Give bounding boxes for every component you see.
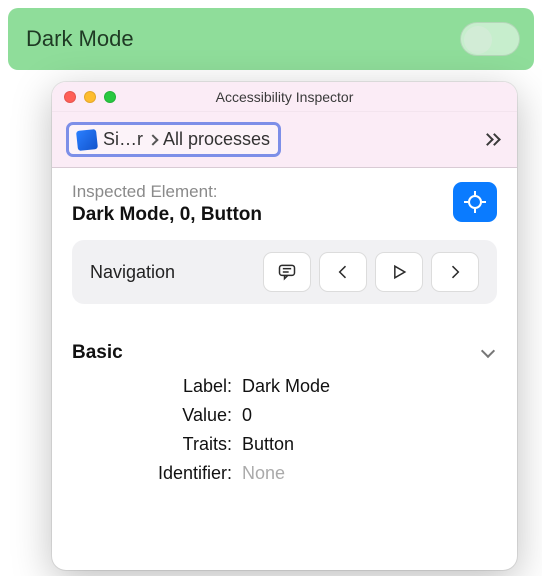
navigate-previous-button[interactable]: [319, 252, 367, 292]
auto-navigate-button[interactable]: [375, 252, 423, 292]
double-chevron-right-icon: [485, 135, 499, 144]
toggle-knob: [464, 26, 492, 54]
basic-section-title: Basic: [72, 342, 123, 364]
accessibility-inspector-window: Accessibility Inspector Si…r All process…: [52, 82, 517, 570]
navigation-bar: Navigation: [72, 240, 497, 304]
inspected-caption: Inspected Element:: [72, 182, 262, 202]
chevron-left-icon: [333, 262, 353, 282]
identifier-value: None: [242, 463, 497, 484]
speak-button[interactable]: [263, 252, 311, 292]
titlebar: Accessibility Inspector: [52, 82, 517, 112]
breadcrumb-scope: All processes: [163, 129, 270, 150]
chevron-right-icon: [445, 262, 465, 282]
simulator-icon: [76, 129, 98, 151]
toolbar: Si…r All processes: [52, 112, 517, 168]
chevron-right-icon: [147, 134, 158, 145]
window-title: Accessibility Inspector: [52, 89, 517, 105]
crosshair-icon: [463, 190, 487, 214]
value-value: 0: [242, 405, 497, 426]
inspected-summary: Dark Mode, 0, Button: [72, 204, 262, 226]
navigation-label: Navigation: [90, 262, 249, 283]
point-to-inspect-button[interactable]: [453, 182, 497, 222]
traits-key: Traits:: [72, 434, 242, 455]
identifier-key: Identifier:: [72, 463, 242, 484]
basic-section-header[interactable]: Basic: [72, 342, 497, 364]
breadcrumb-target: Si…r: [103, 129, 143, 150]
traffic-lights: [64, 91, 116, 103]
navigate-next-button[interactable]: [431, 252, 479, 292]
inspected-overlay-label: Dark Mode: [26, 26, 134, 52]
dark-mode-toggle[interactable]: [460, 22, 520, 56]
chevron-down-icon: [481, 344, 495, 358]
play-icon: [389, 262, 409, 282]
value-key: Value:: [72, 405, 242, 426]
minimize-window-button[interactable]: [84, 91, 96, 103]
toolbar-overflow-button[interactable]: [481, 127, 503, 153]
navigation-buttons: [263, 252, 479, 292]
traits-value: Button: [242, 434, 497, 455]
label-value: Dark Mode: [242, 376, 497, 397]
content-area: Inspected Element: Dark Mode, 0, Button …: [52, 168, 517, 570]
close-window-button[interactable]: [64, 91, 76, 103]
inspected-overlay: Dark Mode: [8, 8, 534, 70]
label-key: Label:: [72, 376, 242, 397]
zoom-window-button[interactable]: [104, 91, 116, 103]
basic-properties: Label: Dark Mode Value: 0 Traits: Button…: [72, 376, 497, 484]
target-breadcrumb[interactable]: Si…r All processes: [66, 122, 281, 157]
inspected-element-row: Inspected Element: Dark Mode, 0, Button: [72, 182, 497, 226]
speech-bubble-icon: [277, 262, 297, 282]
